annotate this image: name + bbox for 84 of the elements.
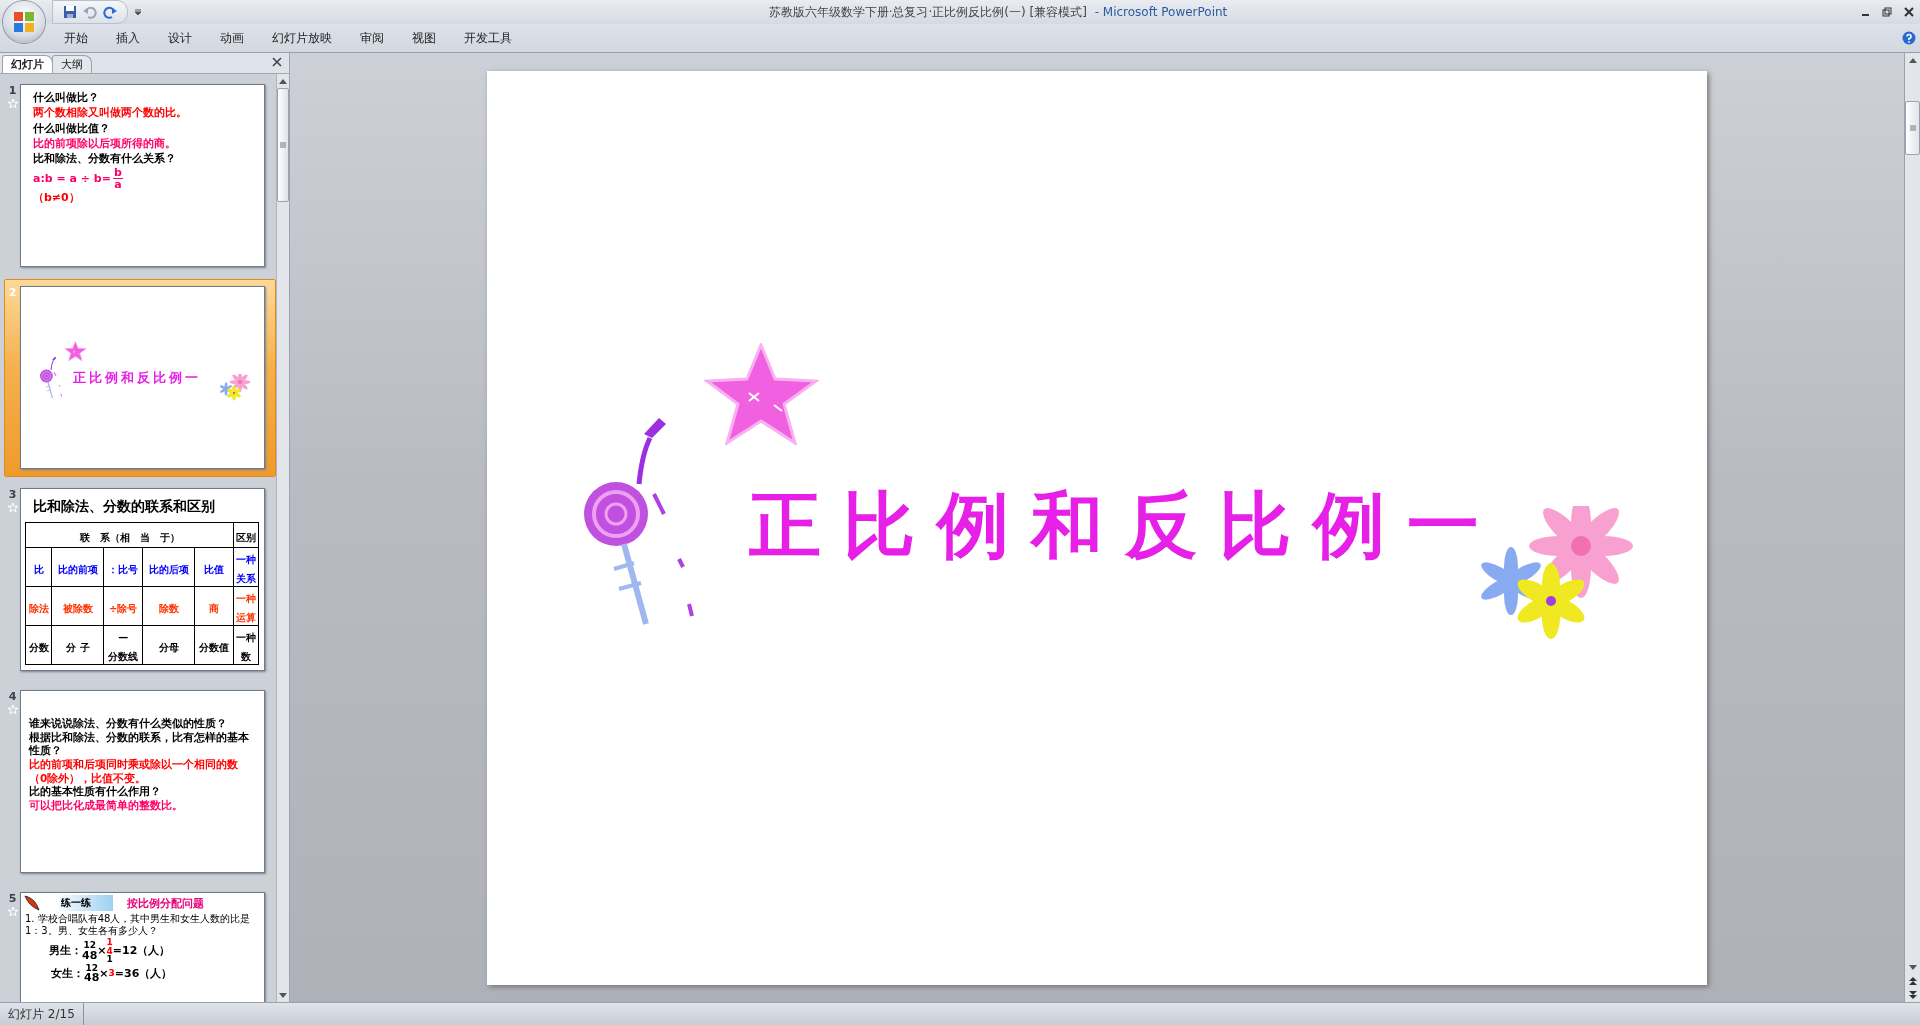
redo-icon[interactable] — [103, 5, 117, 19]
scroll-down-icon[interactable] — [1908, 964, 1917, 970]
office-button[interactable] — [3, 1, 45, 43]
exercise-badge: 练一练 — [55, 895, 113, 911]
slide-thumbnail[interactable]: 比和除法、分数的联系和区别 联 系（相 当 于） 区别 比 比的前项 ：比号 比的后项 比值 一种关系 除法 被除数 ÷除号 除数 商 一种运算 分数 分 子 — 分数线 分母 分数值 一种数 — [20, 488, 265, 671]
office-logo-icon — [13, 11, 35, 33]
slide-title: 正比例和反比例一 — [73, 371, 201, 384]
slide-text: （b≠0） — [33, 191, 81, 206]
table-text: 比 — [33, 563, 44, 575]
table-text: 除法 — [28, 602, 49, 614]
transition-icon — [7, 705, 18, 714]
transition-icon — [7, 907, 18, 916]
ribbon-tab[interactable]: 设计 — [154, 26, 206, 50]
scroll-down-icon[interactable] — [279, 992, 287, 998]
slide-text: 什么叫做比值？ — [33, 121, 111, 136]
ribbon-tab[interactable]: 幻灯片放映 — [258, 26, 346, 50]
slide-thumbnail-row[interactable]: 2 正比例和反比例一 — [4, 279, 276, 477]
slide-text: 两个数相除又叫做两个数的比。 — [33, 106, 188, 121]
slide-thumbnail[interactable]: 正比例和反比例一 — [20, 286, 265, 469]
lollipop-drawing — [40, 355, 63, 401]
slide-text: 根据比和除法、分数的联系，比有怎样的基本性质？ — [29, 730, 250, 758]
slide-text: 可以把比化成最简单的整数比。 — [29, 798, 184, 813]
table-text: 分母 — [158, 641, 179, 653]
ribbon-tab[interactable]: 动画 — [206, 26, 258, 50]
table-text: ÷除号 — [109, 602, 138, 614]
ribbon-tab[interactable]: 审阅 — [346, 26, 398, 50]
slide-text: 谁来说说除法、分数有什么类似的性质？ — [29, 717, 228, 731]
table-text: 被除数 — [62, 602, 93, 614]
feather-icon — [23, 894, 41, 912]
ribbon-tab[interactable]: 开始 — [50, 26, 102, 50]
exercise-heading: 按比例分配问题 — [127, 895, 204, 911]
table-text: 一种数 — [236, 632, 256, 662]
next-slide-icon[interactable] — [1908, 991, 1917, 999]
table-text: ：比号 — [108, 563, 139, 575]
table-text: 一种关系 — [236, 554, 256, 584]
table-text: 比的后项 — [148, 563, 189, 575]
flower-drawing — [219, 374, 251, 402]
scrollbar-thumb[interactable] — [277, 88, 289, 202]
scrollbar-thumb[interactable] — [1905, 101, 1920, 155]
scroll-up-icon[interactable] — [279, 78, 287, 84]
slide-title: 比和除法、分数的联系和区别 — [32, 497, 216, 516]
ribbon-tab[interactable]: 插入 — [102, 26, 154, 50]
slide-number: 1 — [8, 84, 17, 97]
pane-tab[interactable]: 大纲 — [52, 55, 92, 73]
problem-text: 1. 学校合唱队有48人，其中男生和女生人数的比是1：3。男、女生各有多少人？ — [24, 912, 252, 936]
transition-icon — [7, 99, 18, 108]
slide-thumbnail-row[interactable]: 3 比和除法、分数的联系和区别 联 系（相 当 于） 区别 比 比的前项 ：比号 比的后项 比值 一种关系 除法 被除数 ÷除号 除数 商 一种运算 分数 分 子 — 分数线 分母 分数值 一种数 — [4, 481, 276, 679]
slide-number: 3 — [8, 488, 17, 501]
table-text: 分 子 — [66, 641, 90, 653]
ribbon-tab[interactable]: 视图 — [398, 26, 450, 50]
transition-icon — [7, 503, 18, 512]
table-text: 比的前项 — [57, 563, 98, 575]
close-icon[interactable] — [1904, 7, 1914, 17]
slide-text: 比的基本性质有什么作用？ — [29, 785, 162, 799]
slide-text: 比的前项除以后项所得的商。 — [33, 136, 177, 152]
slide-number: 4 — [8, 690, 17, 703]
slide-position: 幻灯片 2/15 — [0, 1003, 84, 1025]
slide-thumbnail-row[interactable]: 4 谁来说说除法、分数有什么类似的性质？ 根据比和除法、分数的联系，比有怎样的基本性质？ 比的前项和后项同时乘或除以一个相同的数（0除外），比值不变。 比的基本性质有什么作用？ 可以把比化成最简单的整数比。 — [4, 683, 276, 881]
scroll-up-icon[interactable] — [1908, 57, 1917, 63]
table-text: 分数 — [28, 641, 49, 653]
slide-number: 5 — [8, 892, 17, 905]
slide-title: 正比例和反比例一 — [749, 488, 1501, 561]
slide-number: 2 — [8, 286, 17, 299]
table-text: — 分数线 — [108, 632, 139, 662]
table-text: 商 — [208, 602, 219, 614]
customize-icon[interactable] — [134, 8, 142, 16]
help-icon[interactable] — [1902, 31, 1916, 45]
slide-text: 比和除法、分数有什么关系？ — [33, 152, 177, 167]
ribbon-tab[interactable]: 开发工具 — [450, 26, 526, 50]
table-header: 联 系（相 当 于） — [79, 531, 180, 543]
pane-tab[interactable]: 幻灯片 — [2, 55, 53, 73]
save-icon[interactable] — [63, 5, 77, 19]
table-text: 分数值 — [198, 641, 229, 653]
slide-thumbnail[interactable]: 谁来说说除法、分数有什么类似的性质？ 根据比和除法、分数的联系，比有怎样的基本性质？ 比的前项和后项同时乘或除以一个相同的数（0除外），比值不变。 比的基本性质有什么作用？ 可以把比化成最简单的整数比。 — [20, 690, 265, 873]
star-drawing — [64, 341, 88, 362]
table-header: 区别 — [236, 531, 256, 543]
slide-text: 比的前项和后项同时乘或除以一个相同的数（0除外），比值不变。 — [29, 757, 239, 785]
table-text: 除数 — [158, 602, 179, 614]
table-text: 比值 — [203, 563, 224, 575]
restore-icon[interactable] — [1882, 7, 1892, 17]
slide-text: 什么叫做比？ — [33, 91, 100, 106]
previous-slide-icon[interactable] — [1908, 977, 1917, 985]
table-text: 一种运算 — [236, 593, 256, 623]
window-title: 苏教版六年级数学下册·总复习·正比例反比例(一) [兼容模式] - Microsoft PowerPoint — [767, 3, 1229, 21]
